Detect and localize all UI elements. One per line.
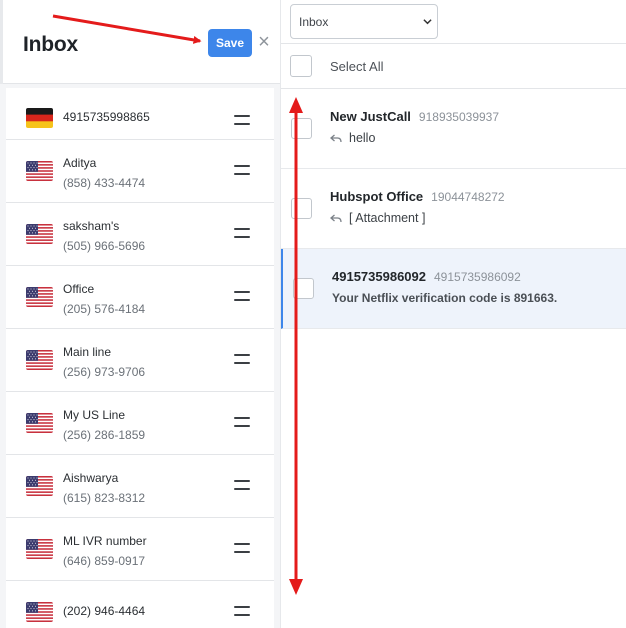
drag-handle-icon[interactable] [234, 291, 250, 302]
number-phone: (646) 859-0917 [63, 554, 146, 568]
sender-number: 19044748272 [431, 190, 505, 204]
drag-handle-icon[interactable] [234, 115, 250, 126]
drag-handle-icon[interactable] [234, 228, 250, 239]
message-sender: 4915735986092 4915735986092 [332, 269, 521, 284]
message-sender: Hubspot Office 19044748272 [330, 189, 505, 204]
us-flag-icon [26, 287, 53, 307]
drag-handle-icon[interactable] [234, 417, 250, 428]
sender-name: 4915735986092 [332, 269, 426, 284]
number-label: 4915735998865 [63, 110, 150, 124]
drag-handle-icon[interactable] [234, 354, 250, 365]
number-item[interactable]: Aishwarya (615) 823-8312 [6, 455, 274, 518]
number-list: 4915735998865 Aditya (858) 433-4474 saks… [6, 88, 274, 628]
number-item[interactable]: saksham's (505) 966-5696 [6, 203, 274, 266]
number-item[interactable]: 4915735998865 [6, 88, 274, 140]
close-icon[interactable]: × [255, 32, 273, 52]
message-checkbox[interactable] [293, 278, 314, 299]
number-phone: (256) 973-9706 [63, 365, 146, 379]
sender-name: New JustCall [330, 109, 411, 124]
message-preview: hello [330, 131, 375, 145]
drag-handle-icon[interactable] [234, 543, 250, 554]
message-row[interactable]: Hubspot Office 19044748272 [ Attachment ] [281, 169, 626, 249]
reply-icon [330, 214, 342, 223]
reply-icon [330, 134, 342, 143]
message-checkbox[interactable] [291, 118, 312, 139]
number-label: My US Line [63, 408, 126, 422]
us-flag-icon [26, 224, 53, 244]
number-label: Main line [63, 345, 112, 359]
us-flag-icon [26, 413, 53, 433]
number-label: Office [63, 282, 95, 296]
number-label: saksham's [63, 219, 120, 233]
us-flag-icon [26, 602, 53, 622]
inbox-filter[interactable]: Inbox [290, 4, 438, 39]
us-flag-icon [26, 539, 53, 559]
save-button[interactable]: Save [208, 29, 252, 57]
drag-handle-icon[interactable] [234, 606, 250, 617]
sender-number: 918935039937 [418, 110, 500, 124]
us-flag-icon [26, 476, 53, 496]
drag-handle-icon[interactable] [234, 480, 250, 491]
number-phone: (615) 823-8312 [63, 491, 146, 505]
number-item[interactable]: Aditya (858) 433-4474 [6, 140, 274, 203]
drag-handle-icon[interactable] [234, 165, 250, 176]
number-item[interactable]: Office (205) 576-4184 [6, 266, 274, 329]
message-row[interactable]: New JustCall 918935039937 hello [281, 89, 626, 169]
number-phone: (256) 286-1859 [63, 428, 146, 442]
inbox-filter-select[interactable]: Inbox [290, 4, 438, 39]
sidebar-header: Inbox Save × [0, 0, 280, 84]
page-title: Inbox [23, 33, 78, 56]
number-item[interactable]: My US Line (256) 286-1859 [6, 392, 274, 455]
message-checkbox[interactable] [291, 198, 312, 219]
divider [281, 43, 626, 44]
number-phone: (205) 576-4184 [63, 302, 146, 316]
message-preview: Your Netflix verification code is 891663… [332, 291, 557, 305]
preview-text: Your Netflix verification code is 891663… [332, 291, 558, 305]
preview-text: hello [349, 131, 376, 145]
number-item[interactable]: Main line (256) 973-9706 [6, 329, 274, 392]
message-panel: Inbox Select All New JustCall 91893503993… [281, 0, 626, 628]
sender-number: 4915735986092 [434, 270, 521, 284]
number-label: ML IVR number [63, 534, 147, 548]
sender-name: Hubspot Office [330, 189, 424, 204]
number-item[interactable]: ML IVR number (646) 859-0917 [6, 518, 274, 581]
number-label: Aditya [63, 156, 97, 170]
number-label: (202) 946-4464 [63, 604, 146, 618]
number-item[interactable]: (202) 946-4464 [6, 581, 274, 628]
number-label: Aishwarya [63, 471, 119, 485]
number-phone: (858) 433-4474 [63, 176, 146, 190]
preview-text: [ Attachment ] [349, 211, 426, 225]
message-row-active[interactable]: 4915735986092 4915735986092 Your Netflix … [281, 249, 626, 329]
number-phone: (505) 966-5696 [63, 239, 146, 253]
select-all-label: Select All [330, 59, 384, 74]
chevron-down-icon [423, 19, 432, 25]
germany-flag-icon [26, 108, 53, 128]
us-flag-icon [26, 161, 53, 181]
us-flag-icon [26, 350, 53, 370]
message-sender: New JustCall 918935039937 [330, 109, 499, 124]
numbers-sidebar: Inbox Save × 4915735998865 Aditya (858) … [0, 0, 281, 628]
select-all-checkbox[interactable] [290, 55, 312, 77]
message-preview: [ Attachment ] [330, 211, 425, 225]
